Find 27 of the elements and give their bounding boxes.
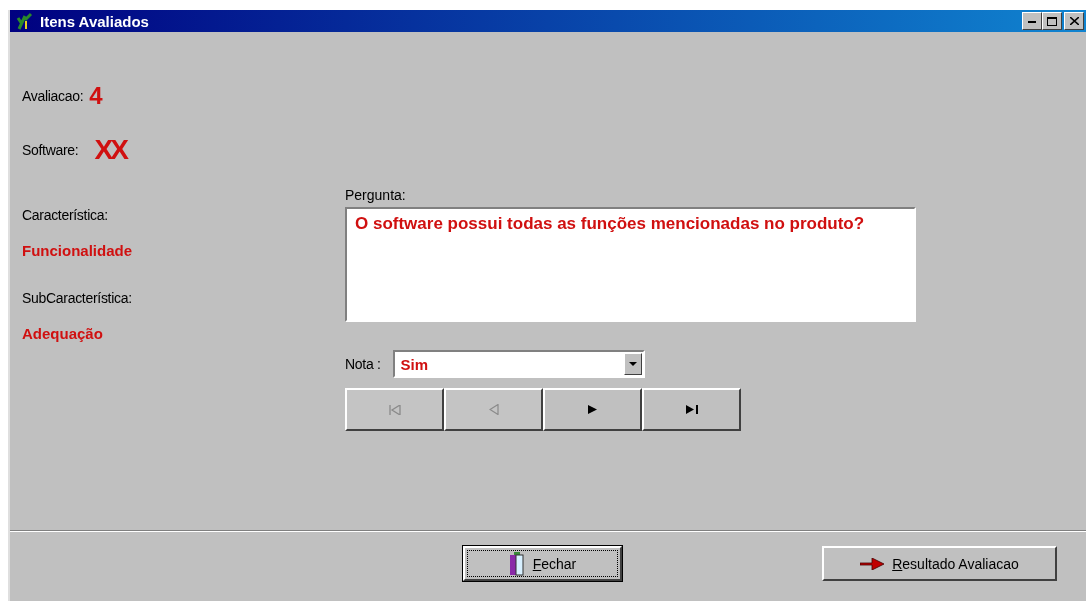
window-title: Itens Avaliados bbox=[40, 12, 150, 30]
question-text-box[interactable]: O software possui todas as funções mencionadas no produto? bbox=[345, 207, 916, 322]
arrow-icon bbox=[860, 557, 885, 570]
field-value: Adequação bbox=[22, 325, 104, 342]
grade-dropdown[interactable]: Sim bbox=[392, 350, 645, 378]
field-label: SubCaracterística: bbox=[22, 290, 133, 306]
field-value: XX bbox=[94, 134, 126, 166]
question-label: Pergunta: bbox=[345, 187, 407, 203]
dropdown-arrow-icon bbox=[628, 362, 637, 366]
next-record-button[interactable] bbox=[543, 388, 642, 431]
maximize-button[interactable] bbox=[1042, 12, 1062, 30]
close-button[interactable]: Fechar bbox=[463, 546, 622, 581]
result-button[interactable]: Resultado Avaliacao bbox=[822, 546, 1057, 581]
close-window-button[interactable] bbox=[1064, 12, 1084, 30]
minimize-button[interactable] bbox=[1022, 12, 1042, 30]
field-value: Funcionalidade bbox=[22, 242, 133, 259]
field-label: Software: bbox=[22, 142, 79, 158]
field-label: Característica: bbox=[22, 207, 109, 223]
grade-label: Nota : bbox=[345, 356, 381, 372]
field-label: Avaliacao: bbox=[22, 88, 84, 104]
last-record-button[interactable] bbox=[642, 388, 741, 431]
field-value: 4 bbox=[89, 82, 103, 110]
plant-icon bbox=[16, 12, 34, 30]
close-icon bbox=[1069, 17, 1079, 25]
minimize-icon bbox=[1028, 19, 1036, 23]
door-icon bbox=[508, 551, 525, 576]
maximize-icon bbox=[1047, 16, 1057, 26]
